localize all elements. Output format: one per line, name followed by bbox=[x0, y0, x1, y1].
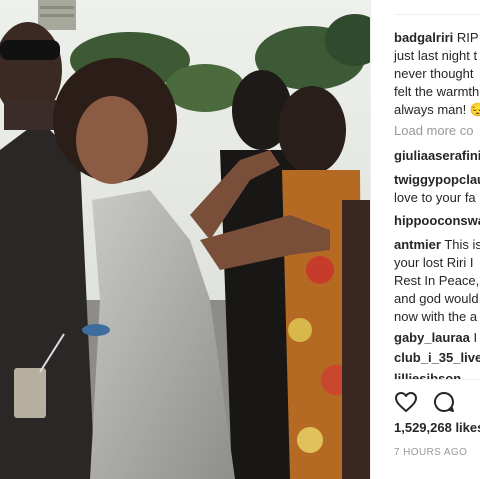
heart-icon[interactable] bbox=[394, 390, 418, 414]
caption-text: felt the warmth bbox=[394, 84, 480, 99]
post-caption: badgalriri RIP just last night t never t… bbox=[394, 29, 480, 119]
caption-username[interactable]: badgalriri bbox=[394, 30, 453, 45]
comment-item: antmier This is bbox=[394, 236, 480, 254]
comment-text: Rest In Peace, I bbox=[394, 273, 480, 288]
comment-item: lilliesibson bbox=[394, 370, 461, 379]
comment-item: gaby_lauraa I bbox=[394, 329, 477, 347]
caption-text: always man! 😔 bbox=[394, 102, 480, 117]
divider bbox=[394, 379, 480, 380]
comment-item: twiggypopclau bbox=[394, 171, 480, 189]
comment-text: and god would bbox=[394, 291, 479, 306]
photo-image bbox=[0, 0, 370, 479]
post-photo[interactable] bbox=[0, 0, 370, 479]
load-more-comments-link[interactable]: Load more co bbox=[394, 123, 474, 138]
caption-text: just last night t bbox=[394, 48, 478, 63]
comment-username[interactable]: hippooconswa bbox=[394, 213, 480, 228]
comment-username[interactable]: gaby_lauraa bbox=[394, 330, 470, 345]
comment-item: Rest In Peace, I bbox=[394, 272, 480, 290]
comment-bubble-icon[interactable] bbox=[432, 390, 456, 414]
comment-text: love to your fa bbox=[394, 190, 476, 205]
comment-text: This is bbox=[444, 237, 480, 252]
comment-item: your lost Riri I bbox=[394, 254, 473, 272]
comment-text: now with the a bbox=[394, 309, 478, 324]
comment-text: I bbox=[473, 330, 478, 345]
comment-username[interactable]: lilliesibson bbox=[394, 371, 461, 379]
comment-username[interactable]: twiggypopclau bbox=[394, 172, 480, 187]
caption-text: RIP bbox=[456, 30, 479, 45]
comment-username[interactable]: club_i_35_live bbox=[394, 350, 480, 365]
comment-item: club_i_35_live bbox=[394, 349, 480, 367]
post-side-panel: badgalriri RIP just last night t never t… bbox=[370, 0, 480, 479]
comment-text: your lost Riri I bbox=[394, 255, 474, 270]
divider bbox=[394, 14, 480, 15]
comment-item: and god would bbox=[394, 290, 479, 308]
likes-count[interactable]: 1,529,268 likes bbox=[394, 420, 480, 435]
comment-item: giuliaaserafini_ bbox=[394, 147, 480, 165]
caption-text: never thought bbox=[394, 66, 474, 81]
comment-item: now with the a bbox=[394, 308, 477, 326]
comment-item: hippooconswa bbox=[394, 212, 480, 230]
comment-item: love to your fa bbox=[394, 189, 476, 207]
comment-username[interactable]: antmier bbox=[394, 237, 441, 252]
post-timestamp[interactable]: 7 HOURS AGO bbox=[394, 447, 467, 458]
comment-username[interactable]: giuliaaserafini_ bbox=[394, 148, 480, 163]
